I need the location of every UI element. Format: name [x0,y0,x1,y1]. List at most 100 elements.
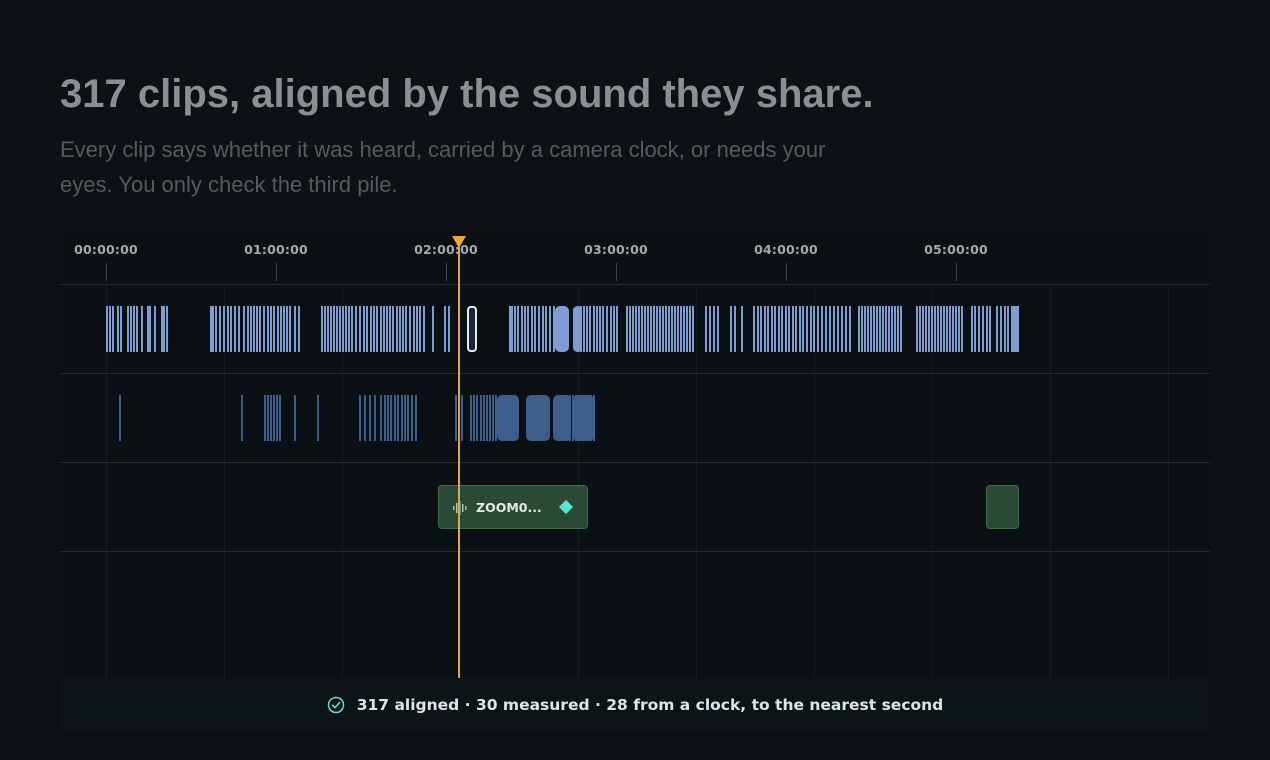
clip-bar[interactable] [864,306,866,352]
clip-bar[interactable] [767,306,769,352]
clip-bar[interactable] [937,306,939,352]
clip-bar[interactable] [717,306,719,352]
clip-bar[interactable] [961,306,963,352]
clip-bar[interactable] [934,306,936,352]
track-camera[interactable] [60,373,1210,462]
camera-clip[interactable] [264,395,266,441]
camera-clip[interactable] [384,395,386,441]
clip-bar[interactable] [333,306,335,352]
clip-bar[interactable] [849,306,851,352]
clip-bar[interactable] [882,306,884,352]
clip-bar[interactable] [943,306,945,352]
clip-bar[interactable] [163,306,165,352]
clip-bar[interactable] [662,306,664,352]
clip-bar[interactable] [355,306,357,352]
clip-bar[interactable] [405,306,407,352]
clip-bar[interactable] [955,306,957,352]
camera-clip[interactable] [411,395,413,441]
clip-bar[interactable] [1017,306,1019,352]
clip-bar[interactable] [665,306,667,352]
clip-bar[interactable] [324,306,326,352]
clip-bar[interactable] [363,306,365,352]
clip-bar[interactable] [792,306,794,352]
clip-bar[interactable] [986,306,988,352]
clip-bar[interactable] [677,306,679,352]
camera-clip[interactable] [267,395,269,441]
clip-bar[interactable] [136,306,138,352]
clip-bar[interactable] [650,306,652,352]
clip-bar[interactable] [342,306,344,352]
clip-bar[interactable] [946,306,948,352]
clip-bar[interactable] [825,306,827,352]
clip-bar[interactable] [683,306,685,352]
clip-bar[interactable] [613,306,615,352]
clip-bar[interactable] [833,306,835,352]
clip-bar[interactable] [402,306,404,352]
audio-clip[interactable] [986,485,1019,529]
camera-clip[interactable] [492,395,494,441]
clip-bar[interactable] [432,306,434,352]
clip-bar[interactable] [610,306,612,352]
clip-bar[interactable] [845,306,847,352]
clip-bar[interactable] [538,306,540,352]
clip-bar[interactable] [952,306,954,352]
clip-bar[interactable] [373,306,375,352]
clip-bar[interactable] [589,306,591,352]
clip-bar[interactable] [348,306,350,352]
clip-bar[interactable] [247,306,249,352]
clip-bar[interactable] [599,306,601,352]
clip-bar[interactable] [753,306,755,352]
clip-bar[interactable] [760,306,762,352]
clip-bar[interactable] [273,306,275,352]
clip-bar[interactable] [127,306,129,352]
clip-bar[interactable] [413,306,415,352]
clip-bar[interactable] [531,306,533,352]
clip-bar[interactable] [517,306,519,352]
clip-bar[interactable] [771,306,773,352]
clip-bar[interactable] [778,306,780,352]
clip-bar[interactable] [1000,306,1002,352]
clip-bar[interactable] [327,306,329,352]
clip-bar[interactable] [256,306,258,352]
clip-bar[interactable] [596,306,598,352]
clip-bar[interactable] [674,306,676,352]
clip-bar[interactable] [212,306,214,352]
camera-clip[interactable] [387,395,389,441]
clip-bar[interactable] [389,306,391,352]
clip-bar[interactable] [223,306,225,352]
clip-bar[interactable] [757,306,759,352]
camera-clip[interactable] [455,395,457,441]
clip-bar[interactable] [555,306,569,352]
clip-bar[interactable] [647,306,649,352]
clip-bar[interactable] [524,306,526,352]
clip-bar[interactable] [133,306,135,352]
clip-bar[interactable] [888,306,890,352]
clip-bar[interactable] [705,306,707,352]
playhead[interactable] [458,242,460,678]
clip-bar[interactable] [940,306,942,352]
clip-bar[interactable] [330,306,332,352]
clip-bar[interactable] [900,306,902,352]
clip-bar[interactable] [586,306,588,352]
clip-bar[interactable] [219,306,221,352]
clip-bar[interactable] [521,306,523,352]
clip-bar[interactable] [919,306,921,352]
clip-bar[interactable] [656,306,658,352]
camera-clip[interactable] [473,395,475,441]
clip-bar[interactable] [376,306,378,352]
clip-bar[interactable] [692,306,694,352]
clip-bar[interactable] [345,306,347,352]
clip-bar[interactable] [653,306,655,352]
clip-bar[interactable] [709,306,711,352]
camera-clip[interactable] [374,395,376,441]
clip-bar[interactable] [971,306,973,352]
camera-clip[interactable] [394,395,396,441]
clip-bar[interactable] [958,306,960,352]
clip-bar[interactable] [813,306,815,352]
clip-bar[interactable] [680,306,682,352]
clip-bar[interactable] [668,306,670,352]
camera-clip[interactable] [404,395,406,441]
clip-bar[interactable] [336,306,338,352]
clip-bar[interactable] [841,306,843,352]
clip-bar[interactable] [616,306,618,352]
